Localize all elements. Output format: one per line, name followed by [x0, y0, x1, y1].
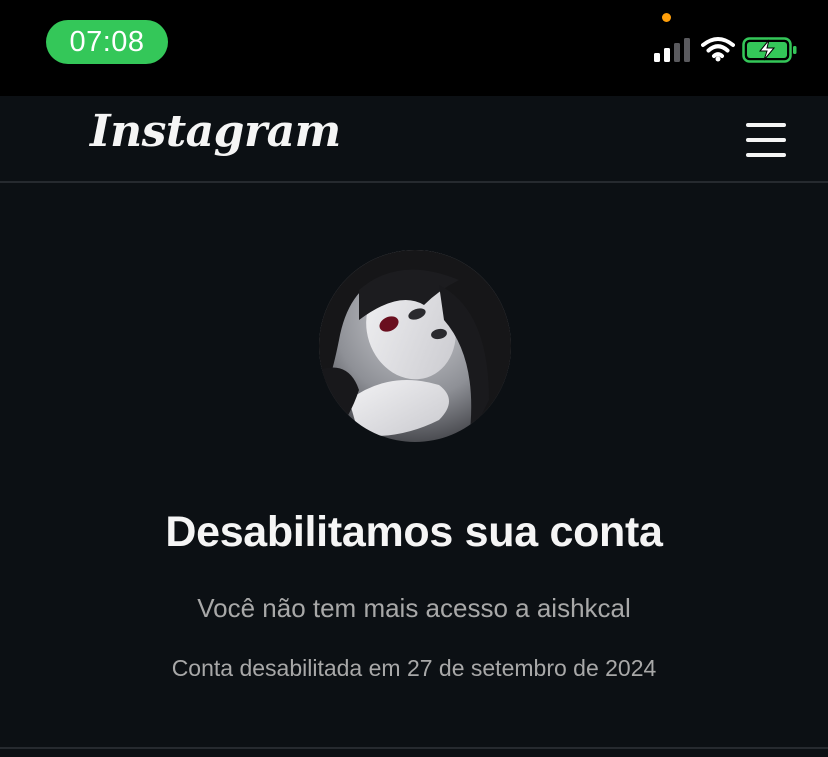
- menu-bar-bottom: [746, 153, 786, 157]
- app-container: Instagram Desabilitamos sua conta Você n…: [0, 96, 828, 757]
- instagram-logo[interactable]: Instagram: [90, 106, 341, 157]
- status-time[interactable]: 07:08: [46, 20, 168, 64]
- menu-bar-top: [746, 123, 786, 127]
- app-header: Instagram: [0, 96, 828, 183]
- cellular-signal-icon: [654, 38, 690, 62]
- status-bar: 07:08: [0, 0, 828, 96]
- menu-bar-middle: [746, 138, 786, 142]
- disabled-date-text: Conta desabilitada em 27 de setembro de …: [171, 655, 657, 681]
- battery-charging-icon: [742, 37, 797, 63]
- wifi-icon: [701, 37, 735, 62]
- bottom-divider: [0, 747, 828, 749]
- privacy-indicator-dot: [662, 13, 671, 22]
- hamburger-menu-icon[interactable]: [738, 118, 794, 162]
- profile-avatar: [319, 250, 511, 442]
- access-message: Você não tem mais acesso a aishkcal: [197, 593, 631, 623]
- page-heading: Desabilitamos sua conta: [165, 508, 663, 556]
